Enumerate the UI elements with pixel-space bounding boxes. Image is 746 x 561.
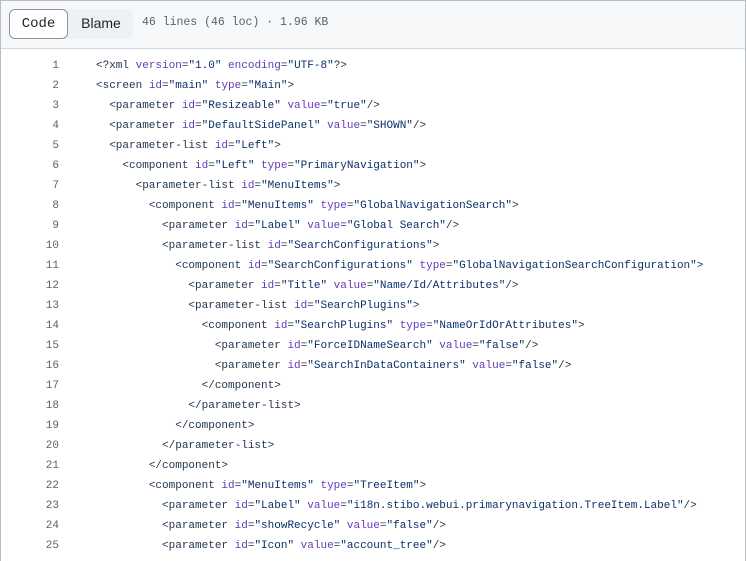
line-number[interactable]: 9: [1, 216, 59, 236]
line-number[interactable]: 1: [1, 56, 59, 76]
file-viewer: Code Blame 46 lines (46 loc) · 1.96 KB 1…: [0, 0, 746, 561]
line-source: <parameter-list id="Left">: [109, 140, 281, 152]
line-number[interactable]: 7: [1, 176, 59, 196]
line-number[interactable]: 15: [1, 336, 59, 356]
code-line: 16 <parameter id="SearchInDataContainers…: [1, 356, 745, 376]
line-number[interactable]: 21: [1, 456, 59, 476]
file-info: 46 lines (46 loc) · 1.96 KB: [142, 16, 329, 29]
line-number[interactable]: 23: [1, 496, 59, 516]
line-source: <screen id="main" type="Main">: [96, 80, 295, 92]
line-source: <component id="SearchConfigurations" typ…: [175, 260, 704, 272]
file-toolbar: Code Blame 46 lines (46 loc) · 1.96 KB: [1, 1, 745, 49]
line-number[interactable]: 25: [1, 536, 59, 556]
line-source: <parameter-list id="SearchConfigurations…: [162, 240, 440, 252]
line-source: </parameter-list>: [162, 440, 275, 452]
line-source: <parameter id="SearchInDataContainers" v…: [214, 360, 572, 372]
line-number[interactable]: 3: [1, 96, 59, 116]
line-source: <parameter id="Resizeable" value="true"/…: [109, 100, 380, 112]
blame-view-button[interactable]: Blame: [69, 9, 133, 37]
line-source: <parameter id="Icon" value="account_tree…: [162, 540, 446, 552]
line-number[interactable]: 19: [1, 416, 59, 436]
line-number[interactable]: 18: [1, 396, 59, 416]
code-line: 14 <component id="SearchPlugins" type="N…: [1, 316, 745, 336]
line-number[interactable]: 2: [1, 76, 59, 96]
code-line: 20 </parameter-list>: [1, 436, 745, 456]
line-source: </component>: [201, 380, 281, 392]
line-source: <parameter id="DefaultSidePanel" value="…: [109, 120, 427, 132]
line-number[interactable]: 13: [1, 296, 59, 316]
code-line: 19 </component>: [1, 416, 745, 436]
view-mode-segmented-control: Code Blame: [9, 9, 133, 39]
code-line: 1 <?xml version="1.0" encoding="UTF-8"?>: [1, 56, 745, 76]
code-line: 18 </parameter-list>: [1, 396, 745, 416]
line-source: <parameter id="Title" value="Name/Id/Att…: [188, 280, 519, 292]
code-line: 7 <parameter-list id="MenuItems">: [1, 176, 745, 196]
line-number[interactable]: 14: [1, 316, 59, 336]
line-number[interactable]: 5: [1, 136, 59, 156]
line-source: <parameter-list id="MenuItems">: [135, 180, 341, 192]
line-number[interactable]: 10: [1, 236, 59, 256]
line-source: </component>: [148, 460, 229, 472]
code-line: 6 <component id="Left" type="PrimaryNavi…: [1, 156, 745, 176]
code-line: 22 <component id="MenuItems" type="TreeI…: [1, 476, 745, 496]
line-source: <component id="SearchPlugins" type="Name…: [201, 320, 585, 332]
line-source: <parameter id="Label" value="i18n.stibo.…: [162, 500, 697, 512]
code-line: 12 <parameter id="Title" value="Name/Id/…: [1, 276, 745, 296]
code-line: 11 <component id="SearchConfigurations" …: [1, 256, 745, 276]
code-line: 15 <parameter id="ForceIDNameSearch" val…: [1, 336, 745, 356]
line-source: <component id="MenuItems" type="TreeItem…: [148, 480, 427, 492]
line-source: </parameter-list>: [188, 400, 301, 412]
code-listing: 1 <?xml version="1.0" encoding="UTF-8"?> 2…: [1, 56, 745, 556]
code-line: 10 <parameter-list id="SearchConfigurati…: [1, 236, 745, 256]
code-line: 23 <parameter id="Label" value="i18n.sti…: [1, 496, 745, 516]
line-source: <parameter id="ForceIDNameSearch" value=…: [214, 340, 539, 352]
line-number[interactable]: 6: [1, 156, 59, 176]
line-number[interactable]: 16: [1, 356, 59, 376]
line-source: <parameter id="Label" value="Global Sear…: [162, 220, 460, 232]
code-line: 9 <parameter id="Label" value="Global Se…: [1, 216, 745, 236]
code-line: 2 <screen id="main" type="Main">: [1, 76, 745, 96]
code-line: 13 <parameter-list id="SearchPlugins">: [1, 296, 745, 316]
line-number[interactable]: 20: [1, 436, 59, 456]
code-line: 5 <parameter-list id="Left">: [1, 136, 745, 156]
line-source: </component>: [175, 420, 255, 432]
line-number[interactable]: 4: [1, 116, 59, 136]
line-number[interactable]: 8: [1, 196, 59, 216]
line-source: <?xml version="1.0" encoding="UTF-8"?>: [96, 60, 347, 72]
line-number[interactable]: 17: [1, 376, 59, 396]
line-number[interactable]: 22: [1, 476, 59, 496]
line-source: <parameter-list id="SearchPlugins">: [188, 300, 420, 312]
code-line: 8 <component id="MenuItems" type="Global…: [1, 196, 745, 216]
code-line: 25 <parameter id="Icon" value="account_t…: [1, 536, 745, 556]
line-source: <component id="Left" type="PrimaryNaviga…: [122, 160, 427, 172]
code-line: 24 <parameter id="showRecycle" value="fa…: [1, 516, 745, 536]
code-line: 4 <parameter id="DefaultSidePanel" value…: [1, 116, 745, 136]
code-line: 3 <parameter id="Resizeable" value="true…: [1, 96, 745, 116]
line-source: <component id="MenuItems" type="GlobalNa…: [148, 200, 519, 212]
code-line: 17 </component>: [1, 376, 745, 396]
line-source: <parameter id="showRecycle" value="false…: [162, 520, 446, 532]
line-number[interactable]: 12: [1, 276, 59, 296]
line-number[interactable]: 11: [1, 256, 59, 276]
code-view-button[interactable]: Code: [9, 9, 68, 39]
line-number[interactable]: 24: [1, 516, 59, 536]
code-line: 21 </component>: [1, 456, 745, 476]
